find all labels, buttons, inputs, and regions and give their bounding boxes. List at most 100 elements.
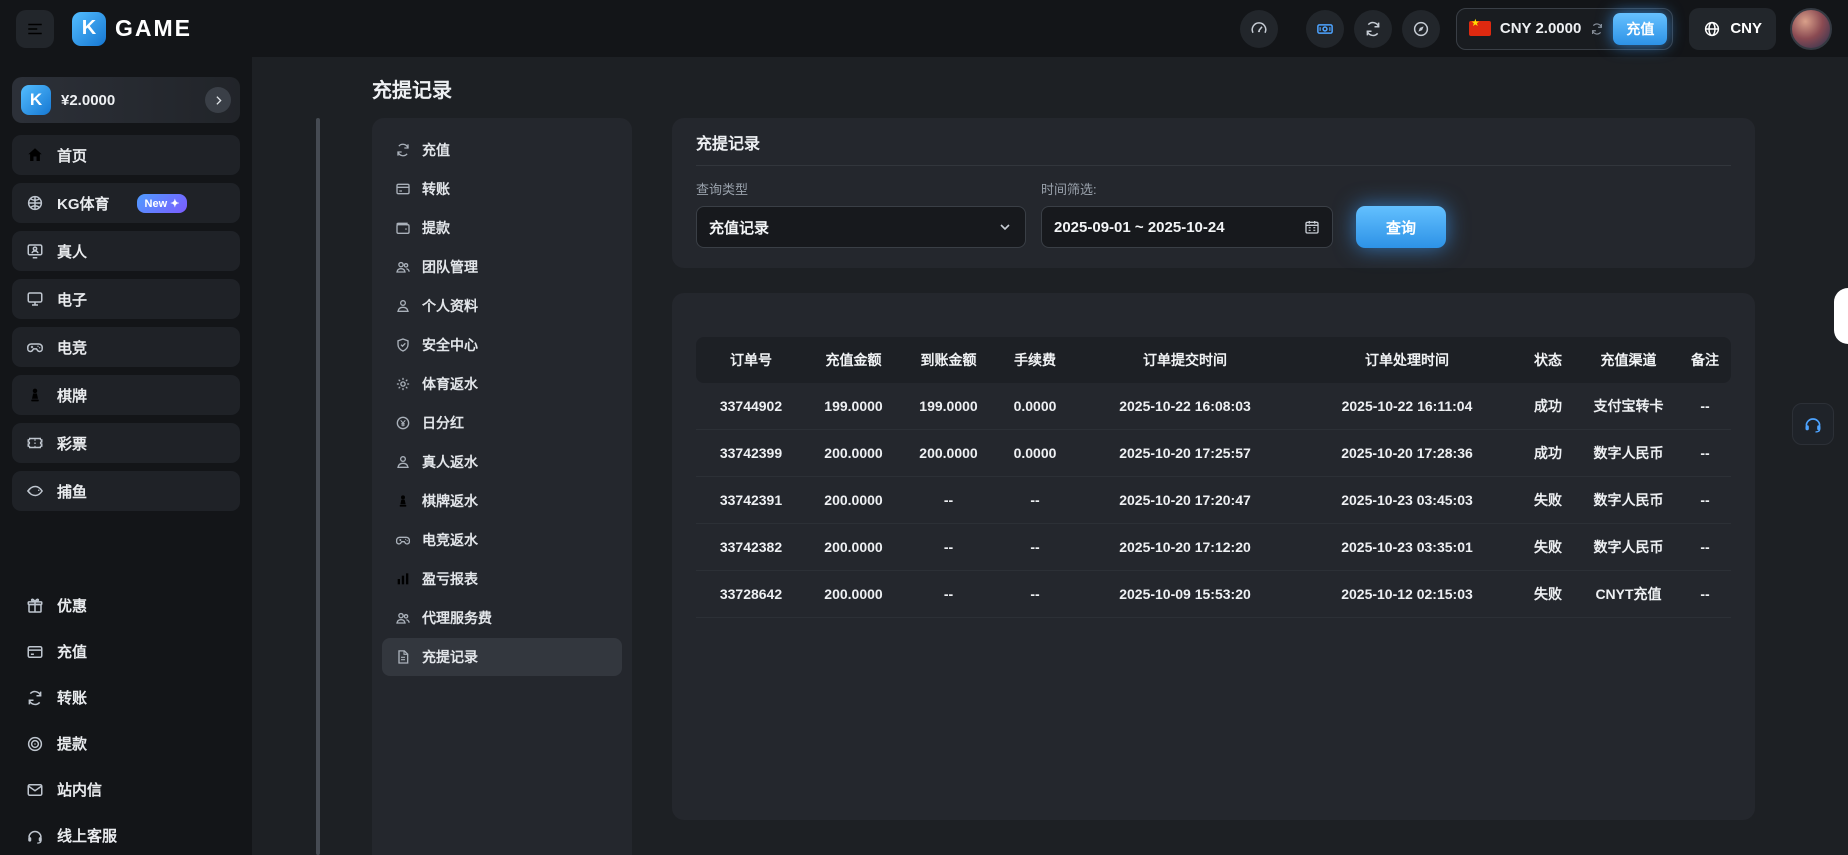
records-icon [395,649,411,665]
submenu-item-live-rebate[interactable]: 真人返水 [382,443,622,481]
hamburger-menu-button[interactable] [16,10,54,48]
deposit-icon [395,142,411,158]
table-row: 33742382200.0000----2025-10-20 17:12:202… [696,524,1731,571]
sidebar-item-label: 提款 [57,733,87,754]
submenu-item-chess-rebate[interactable]: 棋牌返水 [382,482,622,520]
sidebar-item-label: 转账 [57,687,87,708]
wallet-button[interactable] [1306,10,1344,48]
hamburger-icon [26,20,44,38]
new-badge: New ✦ [137,194,188,213]
date-range-input[interactable]: 2025-09-01 ~ 2025-10-24 [1041,206,1333,248]
table-cell: -- [901,524,996,571]
submenu-item-label: 安全中心 [422,335,478,355]
submenu-item-label: 电竞返水 [422,530,478,550]
submenu-item-label: 充提记录 [422,647,478,667]
compass-button[interactable] [1402,10,1440,48]
sidebar-item-label: 彩票 [57,433,87,454]
table-cell: 33742391 [696,477,806,524]
submenu-item-transfer[interactable]: 转账 [382,170,622,208]
brand-logo[interactable]: K GAME [72,12,192,46]
sports-rebate-icon [395,376,411,392]
sidebar-primary-nav: 首页 KG体育 New ✦ 真人 电子 电竞 棋牌 [12,135,240,511]
currency-code: CNY [1730,20,1762,37]
sidebar-secondary-nav: 优惠 充值 转账 提款 站内信 线上客服 [12,583,240,855]
sidebar-item-promotions[interactable]: 优惠 [12,583,240,628]
submenu-item-label: 棋牌返水 [422,491,478,511]
table-cell: 成功 [1518,430,1578,477]
headset-icon [1803,414,1823,434]
sidebar-item-transfer[interactable]: 转账 [12,675,240,720]
customer-service-fab[interactable] [1792,403,1834,445]
table-row: 33728642200.0000----2025-10-09 15:53:202… [696,571,1731,618]
balance-display[interactable]: ★ CNY 2.0000 充值 [1456,8,1673,50]
table-cell: 199.0000 [806,383,901,430]
column-header: 备注 [1679,337,1731,383]
submenu-item-daily-dividend[interactable]: 日分红 [382,404,622,442]
sidebar: K ¥2.0000 首页 KG体育 New ✦ 真人 电子 [0,57,252,855]
esports-rebate-icon [395,532,411,548]
header-deposit-button[interactable]: 充值 [1613,13,1667,45]
wallet-card[interactable]: K ¥2.0000 [12,77,240,123]
submenu-item-label: 团队管理 [422,257,478,277]
sidebar-item-online-support[interactable]: 线上客服 [12,813,240,855]
submenu-item-agent-fee[interactable]: 代理服务费 [382,599,622,637]
submenu-item-sports-rebate[interactable]: 体育返水 [382,365,622,403]
live-rebate-icon [395,454,411,470]
submenu-item-withdraw[interactable]: 提款 [382,209,622,247]
submenu-item-security-center[interactable]: 安全中心 [382,326,622,364]
chevron-down-icon [997,219,1013,235]
submenu-item-label: 盈亏报表 [422,569,478,589]
submenu-item-label: 日分红 [422,413,464,433]
filter-card: 充提记录 查询类型 充值记录 时间筛选: 2025-09-01 ~ 2025-1… [672,118,1755,268]
account-submenu: 充值 转账 提款 团队管理 个人资料 安全中心 [372,118,632,855]
brand-logo-mark: K [72,12,106,46]
sidebar-item-esports[interactable]: 电竞 [12,327,240,367]
transfer-button[interactable] [1354,10,1392,48]
records-table: 订单号充值金额到账金额手续费订单提交时间订单处理时间状态充值渠道备注 33744… [696,337,1731,618]
table-cell: 200.0000 [806,524,901,571]
table-cell: 200.0000 [806,571,901,618]
table-cell: CNYT充值 [1578,571,1679,618]
sidebar-item-home[interactable]: 首页 [12,135,240,175]
submenu-item-deposit-withdraw-records[interactable]: 充提记录 [382,638,622,676]
wallet-expand-button[interactable] [205,87,231,113]
sidebar-item-withdraw[interactable]: 提款 [12,721,240,766]
agent-fee-icon [395,610,411,626]
content-scrollbar[interactable] [316,118,320,855]
currency-selector[interactable]: CNY [1689,8,1776,50]
wallet-brand-icon: K [21,85,51,115]
withdraw-wallet-icon [395,220,411,236]
side-panel-tab[interactable] [1834,288,1848,344]
user-avatar[interactable] [1790,8,1832,50]
sidebar-item-lottery[interactable]: 彩票 [12,423,240,463]
sidebar-item-slots[interactable]: 电子 [12,279,240,319]
search-button[interactable]: 查询 [1356,206,1446,248]
refresh-balance-button[interactable] [1590,22,1604,36]
sidebar-item-label: 电子 [57,289,87,310]
profit-report-icon [395,571,411,587]
table-cell: -- [1679,430,1731,477]
sidebar-item-deposit[interactable]: 充值 [12,629,240,674]
sidebar-item-messages[interactable]: 站内信 [12,767,240,812]
table-cell: 0.0000 [996,430,1074,477]
submenu-item-profit-report[interactable]: 盈亏报表 [382,560,622,598]
submenu-item-team-management[interactable]: 团队管理 [382,248,622,286]
dashboard-button[interactable] [1240,10,1278,48]
fishing-icon [26,482,44,500]
table-cell: 2025-10-23 03:45:03 [1296,477,1518,524]
table-cell: -- [1679,571,1731,618]
submenu-item-deposit[interactable]: 充值 [382,131,622,169]
query-type-select[interactable]: 充值记录 [696,206,1026,248]
sidebar-item-chess[interactable]: 棋牌 [12,375,240,415]
table-cell: 2025-10-20 17:25:57 [1074,430,1296,477]
sidebar-item-kg-sports[interactable]: KG体育 New ✦ [12,183,240,223]
records-table-header-row: 订单号充值金额到账金额手续费订单提交时间订单处理时间状态充值渠道备注 [696,337,1731,383]
sidebar-item-fishing[interactable]: 捕鱼 [12,471,240,511]
gauge-icon [1250,20,1268,38]
submenu-item-profile[interactable]: 个人资料 [382,287,622,325]
sidebar-item-label: 线上客服 [57,825,117,846]
support-headset-icon [26,827,44,845]
sidebar-item-live-casino[interactable]: 真人 [12,231,240,271]
submenu-item-esports-rebate[interactable]: 电竞返水 [382,521,622,559]
table-cell: -- [901,571,996,618]
